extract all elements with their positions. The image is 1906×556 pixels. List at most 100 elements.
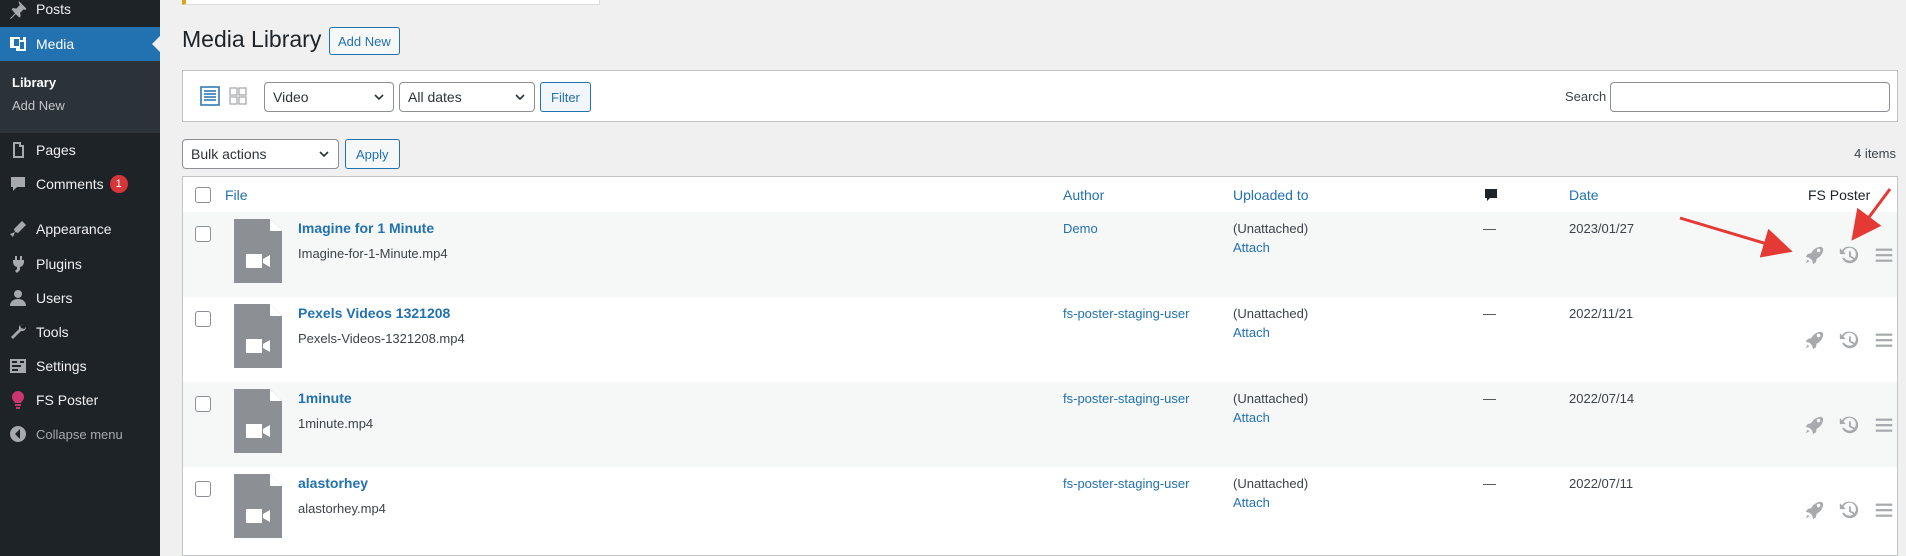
video-file-icon[interactable] <box>234 389 282 453</box>
column-fs-poster: FS Poster <box>1808 187 1871 203</box>
table-row: Imagine for 1 Minute Imagine-for-1-Minut… <box>183 212 1897 297</box>
history-icon[interactable] <box>1838 499 1860 521</box>
table-row: alastorhey alastorhey.mp4 fs-poster-stag… <box>183 467 1897 552</box>
users-icon <box>0 288 36 308</box>
media-title-link[interactable]: Imagine for 1 Minute <box>298 220 434 236</box>
list-view-icon[interactable] <box>200 86 220 106</box>
attach-link[interactable]: Attach <box>1233 410 1270 425</box>
column-file[interactable]: File <box>225 187 248 203</box>
menu-users[interactable]: Users <box>0 281 160 315</box>
apply-button[interactable]: Apply <box>345 139 400 169</box>
history-icon[interactable] <box>1838 414 1860 436</box>
uploaded-to-status: (Unattached) <box>1233 221 1309 236</box>
attach-link[interactable]: Attach <box>1233 240 1270 255</box>
upload-date: 2022/07/11 <box>1569 476 1634 491</box>
date-select[interactable]: All dates <box>399 82 535 112</box>
submenu-library[interactable]: Library <box>12 75 56 90</box>
plugins-icon <box>0 254 36 274</box>
comment-count: — <box>1483 221 1496 236</box>
add-new-button[interactable]: Add New <box>329 27 400 55</box>
author-link[interactable]: Demo <box>1063 221 1098 236</box>
attach-link[interactable]: Attach <box>1233 325 1270 340</box>
upload-date: 2022/07/14 <box>1569 391 1635 406</box>
comment-count: — <box>1483 306 1496 321</box>
menu-plugins[interactable]: Plugins <box>0 247 160 281</box>
history-icon[interactable] <box>1838 329 1860 351</box>
author-link[interactable]: fs-poster-staging-user <box>1063 306 1189 321</box>
menu-posts[interactable]: Posts <box>0 0 160 26</box>
table-row: Pexels Videos 1321208 Pexels-Videos-1321… <box>183 297 1897 382</box>
video-file-icon[interactable] <box>234 304 282 368</box>
uploaded-to-status: (Unattached) <box>1233 306 1309 321</box>
comment-count: — <box>1483 476 1496 491</box>
comments-icon <box>0 174 36 194</box>
column-author[interactable]: Author <box>1063 187 1104 203</box>
comments-count-badge: 1 <box>109 175 128 193</box>
comment-count: — <box>1483 391 1496 406</box>
row-checkbox[interactable] <box>195 481 211 497</box>
pages-icon <box>0 140 36 160</box>
media-filename: Pexels-Videos-1321208.mp4 <box>298 331 465 346</box>
media-title-link[interactable]: 1minute <box>298 390 352 406</box>
upload-date: 2022/11/21 <box>1569 306 1634 321</box>
rocket-icon[interactable] <box>1803 329 1825 351</box>
grid-view-icon[interactable] <box>228 86 248 106</box>
rocket-icon[interactable] <box>1803 499 1825 521</box>
appearance-icon <box>0 219 36 239</box>
media-type-select[interactable]: Video <box>264 82 394 112</box>
admin-sidebar: Posts Media Library Add New Pages Commen… <box>0 0 160 556</box>
video-file-icon[interactable] <box>234 474 282 538</box>
items-count: 4 items <box>1854 146 1896 161</box>
menu-fs-poster[interactable]: FS Poster <box>0 383 160 417</box>
notice-box-edge <box>182 0 600 5</box>
column-uploaded-to[interactable]: Uploaded to <box>1233 187 1309 203</box>
rocket-icon[interactable] <box>1803 244 1825 266</box>
row-checkbox[interactable] <box>195 226 211 242</box>
chevron-down-icon <box>515 94 525 101</box>
submenu-add-new[interactable]: Add New <box>12 98 65 113</box>
uploaded-to-status: (Unattached) <box>1233 391 1309 406</box>
media-filename: Imagine-for-1-Minute.mp4 <box>298 246 448 261</box>
menu-media[interactable]: Media <box>0 27 160 61</box>
media-icon <box>0 34 36 54</box>
table-header: File Author Uploaded to Date FS Poster <box>183 177 1897 213</box>
menu-appearance[interactable]: Appearance <box>0 212 160 246</box>
row-checkbox[interactable] <box>195 396 211 412</box>
menu-icon[interactable] <box>1873 244 1895 266</box>
search-input[interactable] <box>1610 82 1890 112</box>
media-filter-bar: Video All dates Filter Search <box>182 70 1898 122</box>
collapse-icon <box>0 424 36 444</box>
menu-pages[interactable]: Pages <box>0 133 160 167</box>
author-link[interactable]: fs-poster-staging-user <box>1063 476 1189 491</box>
menu-comments[interactable]: Comments 1 <box>0 167 160 201</box>
row-checkbox[interactable] <box>195 311 211 327</box>
author-link[interactable]: fs-poster-staging-user <box>1063 391 1189 406</box>
menu-icon[interactable] <box>1873 329 1895 351</box>
media-title-link[interactable]: alastorhey <box>298 475 368 491</box>
chevron-down-icon <box>374 94 384 101</box>
history-icon[interactable] <box>1838 244 1860 266</box>
media-title-link[interactable]: Pexels Videos 1321208 <box>298 305 450 321</box>
attach-link[interactable]: Attach <box>1233 495 1270 510</box>
menu-tools[interactable]: Tools <box>0 315 160 349</box>
menu-icon[interactable] <box>1873 414 1895 436</box>
tools-icon <box>0 322 36 342</box>
fs-poster-icon <box>0 390 36 410</box>
menu-icon[interactable] <box>1873 499 1895 521</box>
video-file-icon[interactable] <box>234 219 282 283</box>
settings-icon <box>0 356 36 376</box>
media-filename: alastorhey.mp4 <box>298 501 386 516</box>
media-submenu: Library Add New <box>0 61 160 133</box>
page-title: Media Library <box>182 26 322 52</box>
comment-bubble-icon[interactable] <box>1483 187 1499 203</box>
pushpin-icon <box>0 0 36 19</box>
rocket-icon[interactable] <box>1803 414 1825 436</box>
menu-settings[interactable]: Settings <box>0 349 160 383</box>
column-date[interactable]: Date <box>1569 187 1599 203</box>
filter-button[interactable]: Filter <box>540 82 591 112</box>
uploaded-to-status: (Unattached) <box>1233 476 1309 491</box>
bulk-actions-select[interactable]: Bulk actions <box>182 139 339 169</box>
select-all-checkbox[interactable] <box>195 187 211 203</box>
collapse-menu[interactable]: Collapse menu <box>0 417 160 451</box>
search-label: Search <box>1565 89 1607 104</box>
